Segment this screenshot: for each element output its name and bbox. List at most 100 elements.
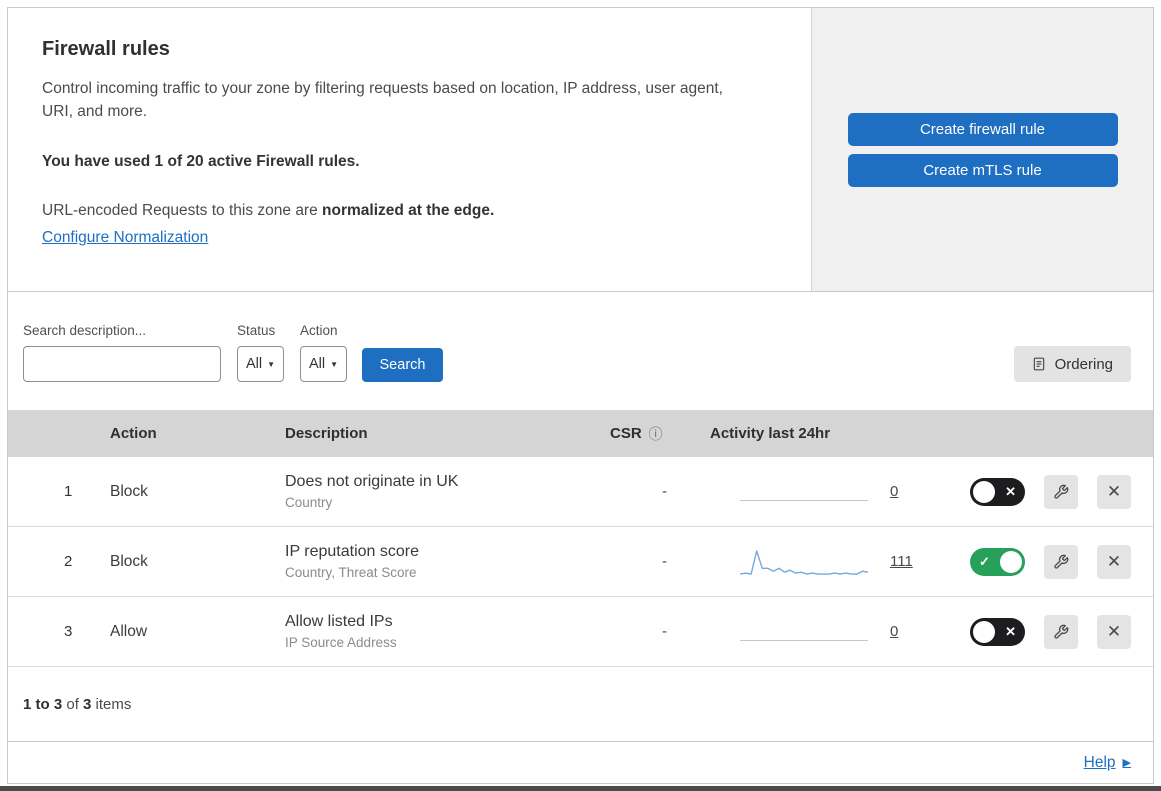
filter-bar: Search description... Status All ▼ Action… [8, 292, 1153, 410]
pagination-summary: 1 to 3 of 3 items [8, 667, 1153, 742]
rule-csr-value: - [662, 623, 667, 640]
toggle-state-icon: ✕ [1005, 623, 1016, 639]
csr-column-header: CSR ⓘ [598, 424, 698, 444]
normalization-text: URL-encoded Requests to this zone are no… [42, 202, 771, 220]
search-box [23, 346, 223, 382]
page-header: Firewall rules Control incoming traffic … [8, 8, 1153, 292]
header-actions-panel: Create firewall rule Create mTLS rule [812, 8, 1153, 291]
edit-rule-button[interactable] [1044, 614, 1078, 649]
status-filter: Status All ▼ [237, 323, 284, 382]
edit-rule-button[interactable] [1044, 544, 1078, 579]
firewall-rules-page: Firewall rules Control incoming traffic … [7, 7, 1154, 784]
toggle-knob [973, 620, 995, 643]
help-link[interactable]: Help ▶ [1084, 754, 1131, 772]
activity-sparkline-area [740, 615, 868, 649]
rule-activity-cell: 111 [698, 545, 938, 579]
activity-column-header: Activity last 24hr [710, 425, 831, 442]
activity-count-link[interactable]: 111 [890, 553, 913, 570]
table-row: 2 Block IP reputation score Country, Thr… [8, 527, 1153, 597]
rule-action: Allow [110, 622, 148, 640]
status-label: Status [237, 323, 276, 338]
ordering-button[interactable]: Ordering [1013, 346, 1131, 382]
wrench-icon [1054, 624, 1069, 639]
toggle-knob [973, 480, 995, 503]
header-text-card: Firewall rules Control incoming traffic … [8, 8, 812, 291]
close-icon: ✕ [1106, 481, 1122, 501]
action-column-header: Action [110, 425, 157, 442]
activity-sparkline-area [740, 475, 868, 509]
ordering-list-icon [1033, 357, 1044, 371]
description-column-header: Description [285, 425, 368, 442]
arrow-right-icon: ▶ [1122, 757, 1131, 769]
search-description-input[interactable] [42, 356, 223, 372]
toggle-knob [1000, 550, 1022, 573]
status-dropdown-value: All [245, 356, 263, 372]
edit-rule-button[interactable] [1044, 474, 1078, 509]
delete-rule-button[interactable]: ✕ [1097, 544, 1131, 579]
search-label: Search description... [23, 323, 147, 338]
rule-priority: 1 [64, 483, 73, 500]
search-button[interactable]: Search [362, 348, 443, 382]
chevron-down-icon: ▼ [330, 359, 339, 369]
search-filter: Search description... [23, 323, 223, 382]
rule-priority: 2 [64, 553, 73, 570]
delete-rule-button[interactable]: ✕ [1097, 474, 1131, 509]
action-dropdown[interactable]: All ▼ [300, 346, 347, 382]
rule-description-cell: Does not originate in UK Country [273, 473, 598, 510]
configure-normalization-link[interactable]: Configure Normalization [42, 229, 208, 246]
chevron-down-icon: ▼ [267, 359, 276, 369]
wrench-icon [1054, 484, 1069, 499]
action-dropdown-value: All [308, 356, 326, 372]
normalization-bold: normalized at the edge. [322, 201, 495, 219]
rule-fields: Country, Threat Score [285, 565, 417, 580]
status-dropdown[interactable]: All ▼ [237, 346, 284, 382]
rule-controls: ✕ ✕ [938, 474, 1153, 509]
create-mtls-rule-button[interactable]: Create mTLS rule [847, 153, 1118, 187]
normalization-prefix: URL-encoded Requests to this zone are [42, 201, 323, 219]
rule-description-cell: Allow listed IPs IP Source Address [273, 613, 598, 650]
rule-enabled-toggle[interactable]: ✕ [970, 477, 1025, 506]
rule-description-cell: IP reputation score Country, Threat Scor… [273, 543, 598, 580]
rule-activity-cell: 0 [698, 615, 938, 649]
items-range: 1 to 3 [23, 695, 63, 713]
items-of-text: of [62, 695, 84, 713]
close-icon: ✕ [1106, 551, 1122, 571]
rule-controls: ✓ ✕ [938, 544, 1153, 579]
usage-summary: You have used 1 of 20 active Firewall ru… [42, 152, 360, 170]
activity-count-link[interactable]: 0 [890, 623, 898, 640]
rule-fields: IP Source Address [285, 635, 397, 650]
page-description: Control incoming traffic to your zone by… [42, 80, 723, 121]
activity-sparkline [740, 549, 868, 575]
rule-action: Block [110, 552, 148, 570]
rule-priority: 3 [64, 623, 73, 640]
close-icon: ✕ [1106, 621, 1122, 641]
help-bar: Help ▶ [8, 742, 1153, 783]
rule-controls: ✕ ✕ [938, 614, 1153, 649]
activity-sparkline-empty [740, 639, 868, 641]
page-title: Firewall rules [42, 38, 170, 60]
rule-csr-value: - [662, 553, 667, 570]
activity-count-link[interactable]: 0 [890, 483, 898, 500]
rule-fields: Country [285, 495, 333, 510]
rule-enabled-toggle[interactable]: ✓ [970, 547, 1025, 576]
create-firewall-rule-button[interactable]: Create firewall rule [847, 112, 1118, 146]
action-label: Action [300, 323, 338, 338]
rule-action: Block [110, 482, 148, 500]
rule-enabled-toggle[interactable]: ✕ [970, 617, 1025, 646]
items-label: items [91, 695, 132, 713]
delete-rule-button[interactable]: ✕ [1097, 614, 1131, 649]
info-icon[interactable]: ⓘ [649, 424, 663, 444]
activity-sparkline-area [740, 545, 868, 579]
table-header-row: Action Description CSR ⓘ Activity last 24… [8, 410, 1153, 457]
rule-description: Does not originate in UK [285, 473, 459, 490]
window-bottom-edge [0, 786, 1161, 791]
rule-activity-cell: 0 [698, 475, 938, 509]
toggle-state-icon: ✕ [1005, 483, 1016, 499]
table-row: 3 Allow Allow listed IPs IP Source Addre… [8, 597, 1153, 667]
rule-csr-value: - [662, 483, 667, 500]
wrench-icon [1054, 554, 1069, 569]
action-filter: Action All ▼ [300, 323, 347, 382]
rule-description: IP reputation score [285, 543, 420, 560]
ordering-button-label: Ordering [1054, 355, 1113, 373]
csr-header-label: CSR [610, 425, 642, 442]
